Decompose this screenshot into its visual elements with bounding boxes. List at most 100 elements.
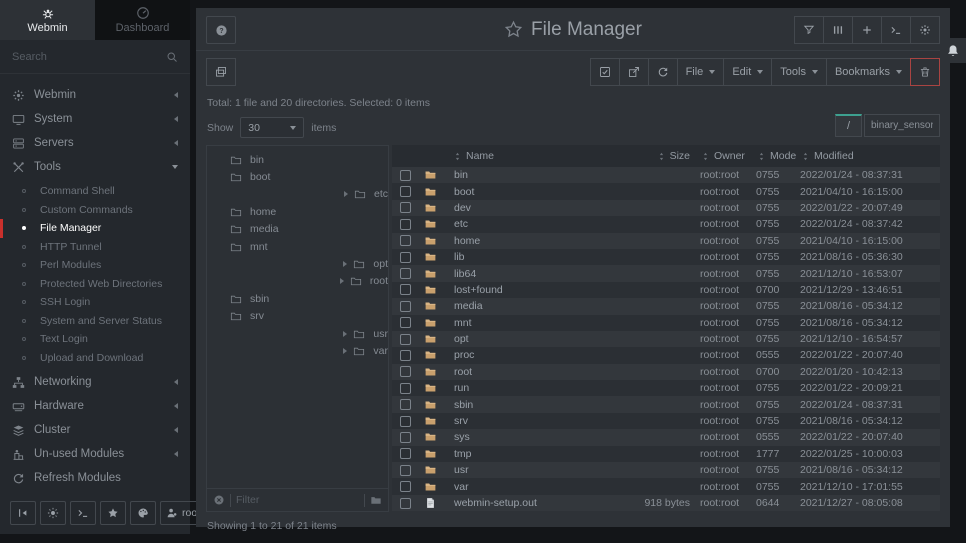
tree-item-etc[interactable]: etc [207, 186, 388, 203]
sidebar-subitem-protected-web-directories[interactable]: Protected Web Directories [0, 275, 190, 294]
row-checkbox[interactable] [400, 334, 411, 345]
header-terminal-button[interactable] [881, 16, 911, 44]
row-checkbox[interactable] [400, 301, 411, 312]
menu-tools-button[interactable]: Tools [771, 58, 827, 86]
row-checkbox[interactable] [400, 383, 411, 394]
tree-item-home[interactable]: home [207, 203, 388, 220]
row-checkbox[interactable] [400, 317, 411, 328]
file-search-input[interactable] [864, 114, 940, 137]
menu-bookmarks-button[interactable]: Bookmarks [826, 58, 911, 86]
column-header-modified[interactable]: Modified [800, 150, 940, 162]
row-checkbox[interactable] [400, 416, 411, 427]
row-checkbox[interactable] [400, 235, 411, 246]
table-row[interactable]: bin root:root 0755 2022/01/24 - 08:37:31 [392, 167, 940, 183]
folder-toggle-icon[interactable] [370, 494, 382, 506]
row-checkbox[interactable] [400, 498, 411, 509]
tree-item-var[interactable]: var [207, 342, 388, 359]
row-name[interactable]: proc [452, 349, 608, 361]
clone-window-button[interactable] [206, 58, 236, 86]
column-header-owner[interactable]: Owner [700, 150, 756, 162]
table-row[interactable]: opt root:root 0755 2021/12/10 - 16:54:57 [392, 331, 940, 347]
tab-webmin[interactable]: Webmin [0, 0, 95, 40]
table-row[interactable]: home root:root 0755 2021/04/10 - 16:15:0… [392, 233, 940, 249]
menu-edit-button[interactable]: Edit [723, 58, 772, 86]
tab-dashboard[interactable]: Dashboard [95, 0, 190, 40]
footer-star-fill-button[interactable] [100, 501, 126, 525]
row-checkbox[interactable] [400, 252, 411, 263]
sidebar-subitem-ssh-login[interactable]: SSH Login [0, 293, 190, 312]
column-header-size[interactable]: Size [608, 150, 700, 162]
footer-terminal-button[interactable] [70, 501, 96, 525]
table-row[interactable]: mnt root:root 0755 2021/08/16 - 05:34:12 [392, 315, 940, 331]
toolbar-trash-button[interactable] [910, 58, 940, 86]
row-name[interactable]: opt [452, 333, 608, 345]
sidebar-subitem-custom-commands[interactable]: Custom Commands [0, 201, 190, 220]
table-row[interactable]: srv root:root 0755 2021/08/16 - 05:34:12 [392, 413, 940, 429]
sidebar-item-webmin[interactable]: Webmin [0, 83, 190, 107]
row-name[interactable]: lib [452, 251, 608, 263]
row-name[interactable]: lib64 [452, 268, 608, 280]
sidebar-item-tools[interactable]: Tools [0, 155, 190, 179]
sidebar-item-refresh-modules[interactable]: Refresh Modules [0, 466, 190, 490]
row-name[interactable]: bin [452, 169, 608, 181]
tree-item-media[interactable]: media [207, 221, 388, 238]
header-filter-button[interactable] [794, 16, 824, 44]
row-checkbox[interactable] [400, 399, 411, 410]
row-name[interactable]: root [452, 366, 608, 378]
tree-item-bin[interactable]: bin [207, 151, 388, 168]
column-header-mode[interactable]: Mode [756, 150, 800, 162]
row-checkbox[interactable] [400, 202, 411, 213]
table-row[interactable]: etc root:root 0755 2022/01/24 - 08:37:42 [392, 216, 940, 232]
clear-filter-icon[interactable] [213, 494, 225, 506]
row-name[interactable]: home [452, 235, 608, 247]
row-checkbox[interactable] [400, 366, 411, 377]
row-name[interactable]: run [452, 382, 608, 394]
table-row[interactable]: tmp root:root 1777 2022/01/25 - 10:00:03 [392, 446, 940, 462]
sidebar-item-hardware[interactable]: Hardware [0, 394, 190, 418]
table-row[interactable]: webmin-setup.out 918 bytes root:root 064… [392, 495, 940, 511]
table-row[interactable]: run root:root 0755 2022/01/22 - 20:09:21 [392, 380, 940, 396]
footer-sun-button[interactable] [40, 501, 66, 525]
items-per-page-select[interactable]: 30 [240, 117, 304, 138]
row-name[interactable]: usr [452, 464, 608, 476]
row-name[interactable]: var [452, 481, 608, 493]
row-checkbox[interactable] [400, 170, 411, 181]
sidebar-subitem-upload-and-download[interactable]: Upload and Download [0, 349, 190, 368]
row-name[interactable]: media [452, 300, 608, 312]
sidebar-item-cluster[interactable]: Cluster [0, 418, 190, 442]
tree-item-srv[interactable]: srv [207, 308, 388, 325]
row-checkbox[interactable] [400, 432, 411, 443]
row-name[interactable]: sbin [452, 399, 608, 411]
row-checkbox[interactable] [400, 268, 411, 279]
row-name[interactable]: dev [452, 202, 608, 214]
table-row[interactable]: lib root:root 0755 2021/08/16 - 05:36:30 [392, 249, 940, 265]
toolbar-check-square-button[interactable] [590, 58, 620, 86]
row-name[interactable]: mnt [452, 317, 608, 329]
row-checkbox[interactable] [400, 219, 411, 230]
breadcrumb-root[interactable]: / [835, 114, 862, 137]
row-name[interactable]: sys [452, 431, 608, 443]
tree-item-sbin[interactable]: sbin [207, 290, 388, 307]
tree-item-usr[interactable]: usr [207, 325, 388, 342]
table-row[interactable]: var root:root 0755 2021/12/10 - 17:01:55 [392, 478, 940, 494]
search-icon[interactable] [166, 51, 178, 63]
tree-filter-input[interactable] [236, 494, 359, 506]
row-checkbox[interactable] [400, 448, 411, 459]
tree-item-boot[interactable]: boot [207, 168, 388, 185]
header-columns-button[interactable] [823, 16, 853, 44]
tree-item-opt[interactable]: opt [207, 255, 388, 272]
header-gear-button[interactable] [910, 16, 940, 44]
header-plus-button[interactable] [852, 16, 882, 44]
row-name[interactable]: tmp [452, 448, 608, 460]
toolbar-refresh-button[interactable] [648, 58, 678, 86]
tree-item-mnt[interactable]: mnt [207, 238, 388, 255]
row-checkbox[interactable] [400, 481, 411, 492]
row-name[interactable]: webmin-setup.out [452, 497, 608, 509]
sidebar-item-servers[interactable]: Servers [0, 131, 190, 155]
sidebar-subitem-perl-modules[interactable]: Perl Modules [0, 256, 190, 275]
tree-item-root[interactable]: root [207, 273, 388, 290]
footer-palette-button[interactable] [130, 501, 156, 525]
table-row[interactable]: lib64 root:root 0755 2021/12/10 - 16:53:… [392, 265, 940, 281]
table-row[interactable]: boot root:root 0755 2021/04/10 - 16:15:0… [392, 183, 940, 199]
row-checkbox[interactable] [400, 284, 411, 295]
